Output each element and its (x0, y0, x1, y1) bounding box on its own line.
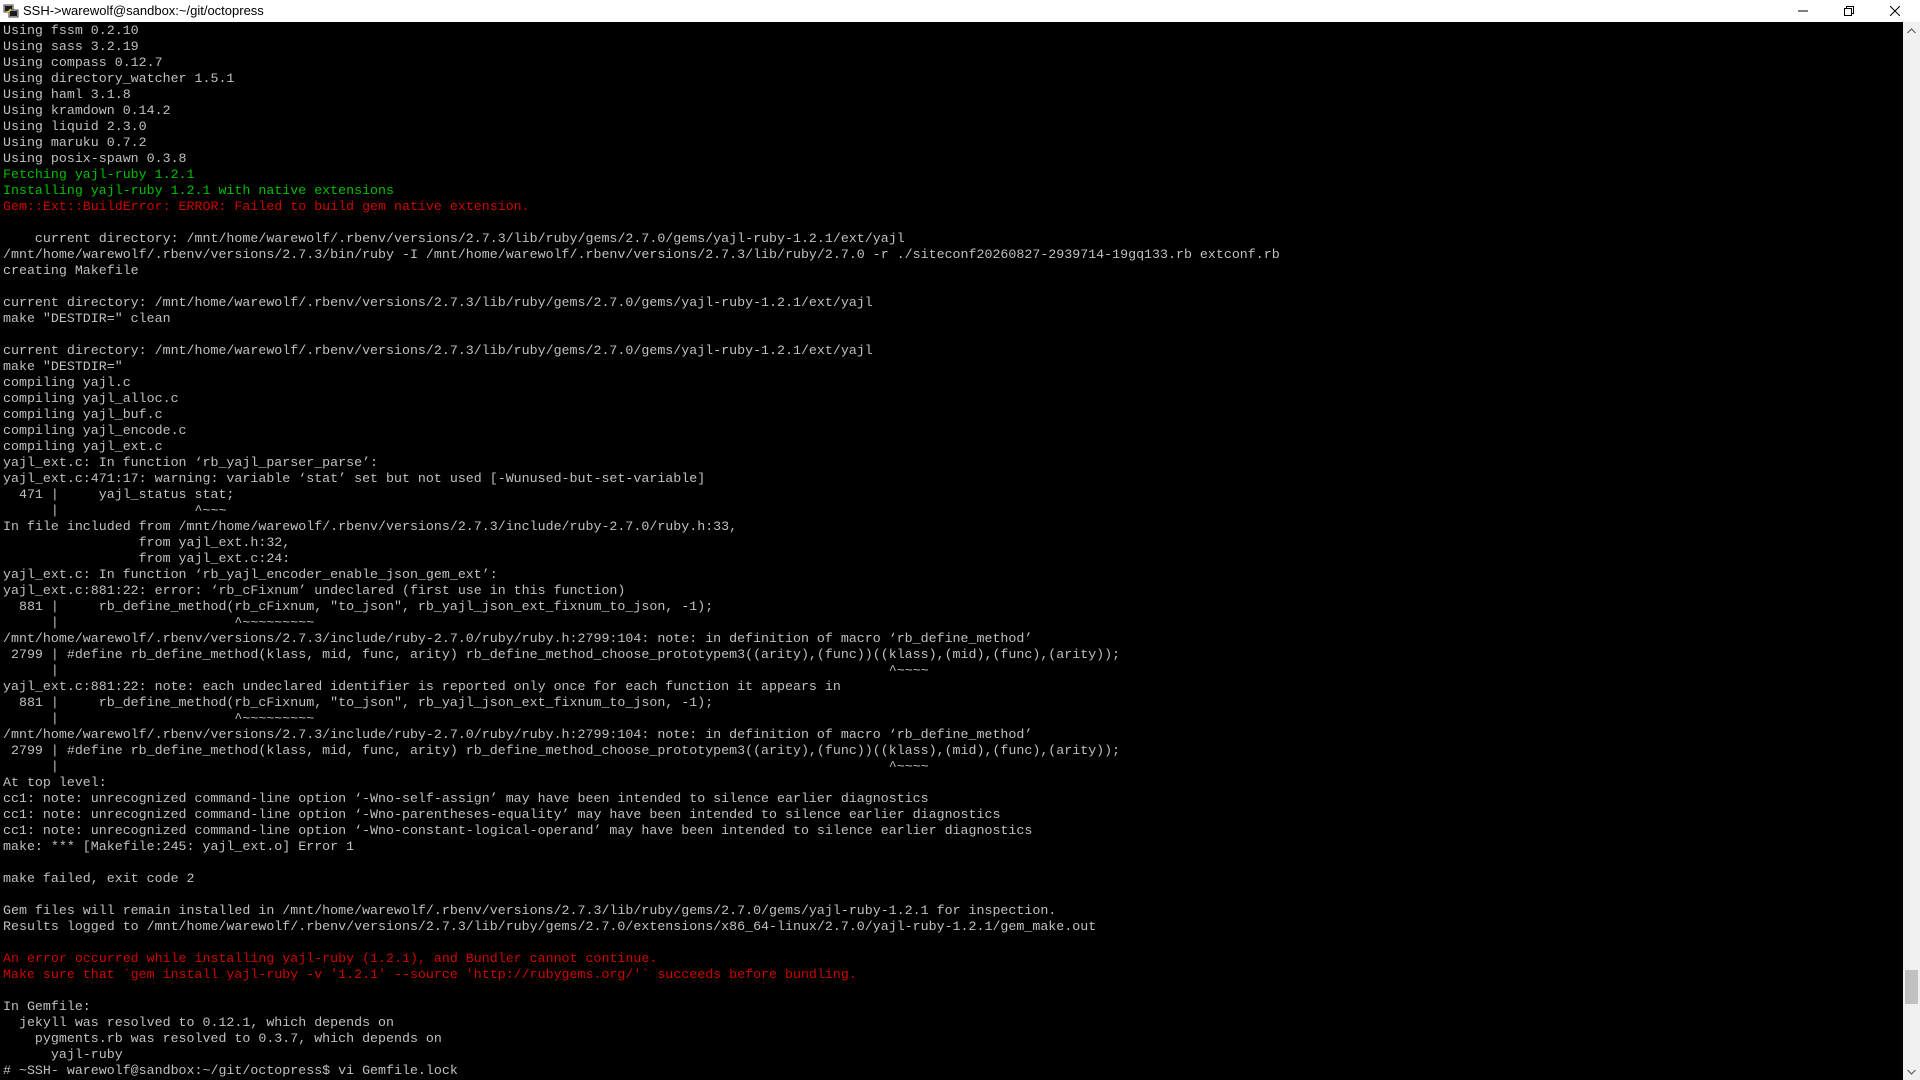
terminal-line: Using liquid 2.3.0 (3, 119, 147, 134)
terminal-line: make: *** [Makefile:245: yajl_ext.o] Err… (3, 839, 355, 854)
terminal-line: Make sure that `gem install yajl-ruby -v… (3, 967, 857, 982)
terminal-line: compiling yajl_encode.c (3, 423, 187, 438)
terminal-line: | ^~~~~ (3, 759, 929, 774)
terminal-line: Using maruku 0.7.2 (3, 135, 147, 150)
terminal-line: /mnt/home/warewolf/.rbenv/versions/2.7.3… (3, 631, 1033, 646)
terminal-line: compiling yajl.c (3, 375, 131, 390)
scrollbar-thumb[interactable] (1905, 969, 1918, 1004)
terminal-line: yajl-ruby (3, 1047, 123, 1062)
terminal-window: SSH->warewolf@sandbox:~/git/octopress Us… (0, 0, 1920, 1080)
close-icon (1890, 6, 1900, 16)
restore-button[interactable] (1826, 0, 1872, 22)
terminal-line: | ^~~~ (3, 503, 227, 518)
terminal-line: yajl_ext.c:881:22: note: each undeclared… (3, 679, 841, 694)
terminal-line: Installing yajl-ruby 1.2.1 with native e… (3, 183, 394, 198)
scroll-down-arrow-icon (1907, 1069, 1916, 1075)
terminal-line: compiling yajl_buf.c (3, 407, 163, 422)
terminal-line: | ^~~~~~~~~~ (3, 615, 315, 630)
terminal-line: 881 | rb_define_method(rb_cFixnum, "to_j… (3, 695, 714, 710)
terminal-line: Using haml 3.1.8 (3, 87, 131, 102)
terminal-line: creating Makefile (3, 263, 139, 278)
title-bar[interactable]: SSH->warewolf@sandbox:~/git/octopress (0, 0, 1920, 22)
terminal-line: Using sass 3.2.19 (3, 39, 139, 54)
minimize-icon (1798, 10, 1808, 12)
terminal-line: /mnt/home/warewolf/.rbenv/versions/2.7.3… (3, 727, 1033, 742)
terminal-line: Fetching yajl-ruby 1.2.1 (3, 167, 195, 182)
terminal-line: | ^~~~~ (3, 663, 929, 678)
terminal-line: | ^~~~~~~~~~ (3, 711, 315, 726)
terminal-line: make "DESTDIR=" (3, 359, 123, 374)
terminal-line: At top level: (3, 775, 107, 790)
terminal-line: make "DESTDIR=" clean (3, 311, 171, 326)
terminal-line: yajl_ext.c:471:17: warning: variable ‘st… (3, 471, 706, 486)
terminal-line: In file included from /mnt/home/warewolf… (3, 519, 738, 534)
terminal-line: Using compass 0.12.7 (3, 55, 163, 70)
scroll-up-button[interactable] (1903, 22, 1920, 39)
vertical-scrollbar[interactable] (1903, 22, 1920, 1080)
scroll-up-arrow-icon (1907, 27, 1916, 33)
terminal-line: yajl_ext.c: In function ‘rb_yajl_parser_… (3, 455, 379, 470)
terminal-line: In Gemfile: (3, 999, 91, 1014)
close-button[interactable] (1872, 0, 1918, 22)
terminal-line: /mnt/home/warewolf/.rbenv/versions/2.7.3… (3, 247, 1280, 262)
restore-icon (1844, 6, 1854, 16)
terminal-line: cc1: note: unrecognized command-line opt… (3, 823, 1033, 838)
window-title: SSH->warewolf@sandbox:~/git/octopress (23, 3, 264, 18)
terminal-line: An error occurred while installing yajl-… (3, 951, 658, 966)
terminal-output[interactable]: Using fssm 0.2.10 Using sass 3.2.19 Using … (0, 22, 1903, 1080)
terminal-line: jekyll was resolved to 0.12.1, which dep… (3, 1015, 394, 1030)
terminal-line: 2799 | #define rb_define_method(klass, m… (3, 647, 1121, 662)
terminal-line: Gem::Ext::BuildError: ERROR: Failed to b… (3, 199, 530, 214)
putty-terminal-icon[interactable] (3, 3, 19, 19)
terminal-line: Using fssm 0.2.10 (3, 23, 139, 38)
terminal-line: from yajl_ext.h:32, (3, 535, 291, 550)
scroll-down-button[interactable] (1903, 1063, 1920, 1080)
terminal-line: from yajl_ext.c:24: (3, 551, 291, 566)
terminal-line: compiling yajl_alloc.c (3, 391, 179, 406)
minimize-button[interactable] (1780, 0, 1826, 22)
terminal-line: compiling yajl_ext.c (3, 439, 163, 454)
terminal-line: 2799 | #define rb_define_method(klass, m… (3, 743, 1121, 758)
terminal-line: yajl_ext.c:881:22: error: ‘rb_cFixnum’ u… (3, 583, 626, 598)
terminal-line: Gem files will remain installed in /mnt/… (3, 903, 1057, 918)
terminal-line: current directory: /mnt/home/warewolf/.r… (3, 295, 873, 310)
terminal-line: # ~SSH- warewolf@sandbox:~/git/octopress… (3, 1063, 458, 1078)
terminal-line: 471 | yajl_status stat; (3, 487, 235, 502)
terminal-line: Using posix-spawn 0.3.8 (3, 151, 187, 166)
terminal-line: pygments.rb was resolved to 0.3.7, which… (3, 1031, 442, 1046)
terminal-line: 881 | rb_define_method(rb_cFixnum, "to_j… (3, 599, 714, 614)
terminal-line: make failed, exit code 2 (3, 871, 195, 886)
terminal-line: Using kramdown 0.14.2 (3, 103, 171, 118)
terminal-line: Results logged to /mnt/home/warewolf/.rb… (3, 919, 1097, 934)
terminal-line: yajl_ext.c: In function ‘rb_yajl_encoder… (3, 567, 498, 582)
terminal-line: current directory: /mnt/home/warewolf/.r… (3, 343, 873, 358)
terminal-line: current directory: /mnt/home/warewolf/.r… (3, 231, 905, 246)
terminal-line: cc1: note: unrecognized command-line opt… (3, 791, 929, 806)
terminal-line: Using directory_watcher 1.5.1 (3, 71, 235, 86)
terminal-line: cc1: note: unrecognized command-line opt… (3, 807, 1001, 822)
